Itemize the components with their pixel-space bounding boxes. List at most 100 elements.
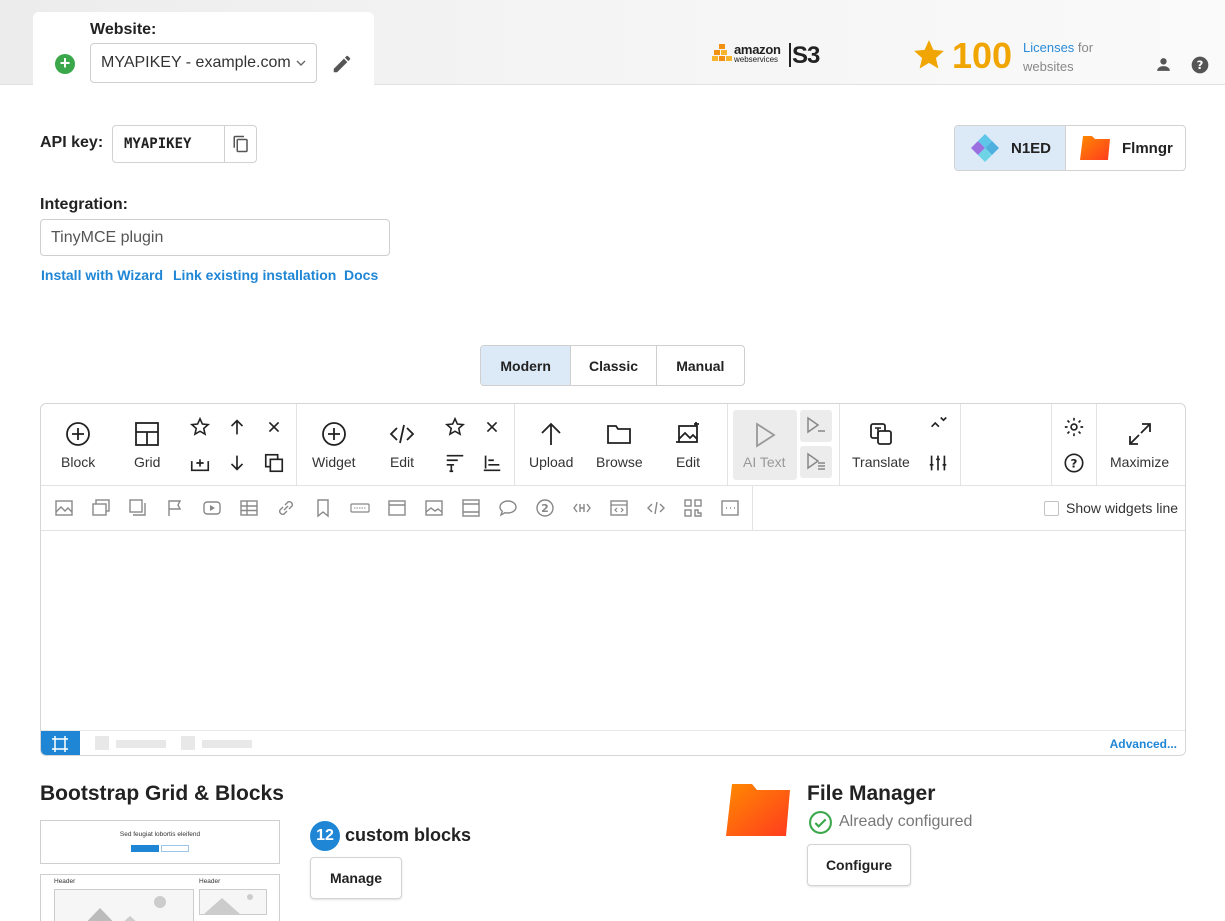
code-icon	[389, 424, 415, 444]
heading-code-icon[interactable]	[572, 498, 592, 518]
copy-api-key-button[interactable]	[224, 126, 256, 162]
ai-text-button[interactable]: AI Text	[733, 410, 797, 480]
qr-code-icon[interactable]	[683, 498, 703, 518]
api-key-label: API key:	[40, 134, 104, 151]
chevron-up-down-icon[interactable]	[927, 412, 949, 434]
edit-code-label: Edit	[389, 454, 415, 470]
arrow-up-icon[interactable]	[226, 416, 248, 438]
image-banner-icon[interactable]	[424, 498, 444, 518]
flag-icon[interactable]	[165, 498, 185, 518]
align-bottom-icon[interactable]	[481, 452, 503, 474]
browse-button[interactable]: Browse	[596, 421, 643, 470]
pencil-icon[interactable]	[331, 53, 353, 75]
bookmark-icon[interactable]	[313, 498, 333, 518]
image-gallery-icon[interactable]	[91, 498, 111, 518]
advanced-link[interactable]: Advanced...	[1110, 737, 1177, 751]
translate-icon	[870, 423, 892, 445]
block-thumbnail[interactable]: Header Header	[40, 874, 280, 921]
grid-icon	[135, 422, 160, 446]
button-widget-icon[interactable]	[350, 498, 370, 518]
play-prompt-icon	[807, 416, 825, 434]
add-website-button[interactable]: +	[55, 54, 75, 74]
video-icon[interactable]	[202, 498, 222, 518]
file-manager-status: Already configured	[839, 813, 973, 830]
licenses-link[interactable]: Licenses	[1023, 40, 1074, 55]
ai-text-label: AI Text	[743, 454, 786, 470]
toolbar-separator	[296, 404, 297, 486]
user-icon[interactable]	[1154, 55, 1173, 74]
product-n1ed-label: N1ED	[1010, 139, 1051, 157]
widget-button[interactable]: Widget	[312, 421, 356, 470]
maximize-button[interactable]: Maximize	[1110, 421, 1169, 470]
edit-code-button[interactable]: Edit	[389, 421, 415, 470]
star-outline-icon[interactable]	[189, 416, 211, 438]
grid-button[interactable]: Grid	[134, 421, 160, 470]
tab-modern[interactable]: Modern	[481, 346, 572, 385]
docs-link[interactable]: Docs	[344, 267, 378, 283]
embed-window-icon[interactable]	[609, 498, 629, 518]
link-icon[interactable]	[276, 498, 296, 518]
website-select[interactable]: MYAPIKEY - example.com	[90, 43, 317, 83]
frame-select-icon	[52, 736, 68, 752]
tab-manual[interactable]: Manual	[657, 346, 744, 385]
api-key-box: MYAPIKEY	[112, 125, 257, 163]
gear-icon[interactable]	[1063, 416, 1085, 438]
duplicate-icon[interactable]	[263, 452, 285, 474]
block-button[interactable]: Block	[61, 421, 95, 470]
copy-icon	[233, 135, 248, 153]
widget-label: Widget	[312, 454, 356, 470]
editor-content[interactable]	[41, 531, 1185, 730]
align-top-icon[interactable]	[444, 452, 466, 474]
configure-button[interactable]: Configure	[807, 844, 911, 886]
show-widgets-line-label[interactable]: Show widgets line	[1066, 500, 1178, 516]
integration-input[interactable]: TinyMCE plugin	[40, 219, 390, 256]
window-icon[interactable]	[387, 498, 407, 518]
block-thumbnail[interactable]: Sed feugiat lobortis eleifend	[40, 820, 280, 864]
insert-block-icon[interactable]	[189, 452, 211, 474]
help-icon[interactable]: ?	[1190, 55, 1210, 75]
custom-blocks-count: 12	[310, 821, 340, 851]
play-list-icon	[807, 452, 825, 470]
help-circle-icon[interactable]: ?	[1063, 452, 1085, 474]
panel-icon[interactable]	[461, 498, 481, 518]
install-wizard-link[interactable]: Install with Wizard	[41, 267, 163, 283]
image-stack-icon[interactable]	[128, 498, 148, 518]
code-icon[interactable]	[646, 498, 666, 518]
number-icon[interactable]: 2	[535, 498, 555, 518]
upload-button[interactable]: Upload	[529, 421, 573, 470]
toolbar-separator	[1051, 404, 1052, 486]
integration-label: Integration:	[40, 196, 128, 213]
chevron-down-icon	[296, 60, 306, 66]
widgets-toolbar: 2 Show widgets line	[41, 486, 1185, 531]
manage-button[interactable]: Manage	[310, 857, 402, 899]
more-widgets-icon[interactable]	[720, 498, 740, 518]
star-outline-icon[interactable]	[444, 416, 466, 438]
image-icon[interactable]	[54, 498, 74, 518]
ai-prompt-button[interactable]	[800, 410, 832, 442]
toolbar-separator	[960, 404, 961, 486]
svg-text:?: ?	[1071, 457, 1078, 471]
mode-tabs: Modern Classic Manual	[480, 345, 745, 386]
product-n1ed-button[interactable]: N1ED	[955, 126, 1066, 170]
comment-icon[interactable]	[498, 498, 518, 518]
close-icon[interactable]	[263, 416, 285, 438]
link-existing-link[interactable]: Link existing installation	[173, 267, 336, 283]
ai-list-button[interactable]	[800, 446, 832, 478]
tab-classic[interactable]: Classic	[571, 346, 657, 385]
translate-button[interactable]: Translate	[852, 421, 910, 470]
file-manager-folder-icon	[726, 784, 790, 836]
editor: Block Grid Widget Edit Upload Browse Edi…	[40, 403, 1186, 756]
select-tool-button[interactable]	[41, 731, 80, 755]
close-icon[interactable]	[481, 416, 503, 438]
edit-image-button[interactable]: Edit	[675, 421, 701, 470]
product-flmngr-button[interactable]: Flmngr	[1066, 126, 1185, 170]
api-key-value: MYAPIKEY	[124, 136, 192, 152]
thumb-button	[131, 845, 159, 852]
widgets-separator	[752, 486, 753, 531]
thumb-header-left: Header	[54, 878, 76, 885]
table-icon[interactable]	[239, 498, 259, 518]
show-widgets-line-checkbox[interactable]	[1044, 501, 1059, 516]
sliders-icon[interactable]	[927, 452, 949, 474]
arrow-down-icon[interactable]	[226, 452, 248, 474]
bootstrap-title: Bootstrap Grid & Blocks	[40, 782, 284, 805]
